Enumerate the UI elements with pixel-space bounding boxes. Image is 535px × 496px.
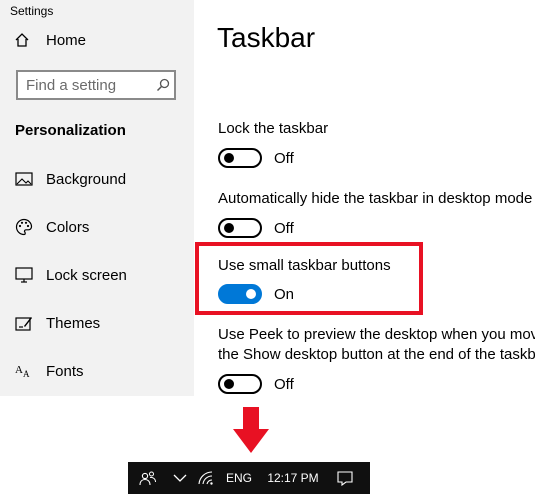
- chevron-up-icon[interactable]: [168, 462, 192, 494]
- sidebar-item-label: Colors: [46, 218, 90, 236]
- setting-label-small-buttons: Use small taskbar buttons: [218, 257, 391, 274]
- toggle-switch[interactable]: [218, 148, 262, 168]
- toggle-knob: [224, 153, 234, 163]
- toggle-switch[interactable]: [218, 374, 262, 394]
- search-box[interactable]: [16, 70, 176, 100]
- sidebar-item-background[interactable]: Background: [14, 167, 126, 191]
- setting-label-peek-line-2: the Show desktop button at the end of th…: [218, 346, 535, 363]
- down-arrow-icon: [233, 407, 269, 453]
- svg-text:A: A: [15, 364, 23, 376]
- app-title: Settings: [10, 4, 54, 18]
- palette-icon: [14, 217, 34, 237]
- toggle-lock-taskbar[interactable]: Off: [218, 148, 294, 168]
- home-icon: [14, 32, 36, 48]
- toggle-small-buttons[interactable]: On: [218, 284, 294, 304]
- toggle-state-label: Off: [274, 375, 294, 393]
- toggle-state-label: Off: [274, 149, 294, 167]
- search-icon[interactable]: [152, 78, 174, 92]
- svg-text:A: A: [23, 369, 30, 379]
- sidebar-item-label: Home: [46, 31, 87, 49]
- action-center-icon[interactable]: [328, 462, 362, 494]
- sidebar-item-label: Background: [46, 170, 127, 188]
- search-input[interactable]: [18, 76, 152, 94]
- taskbar-clock[interactable]: 12:17 PM: [258, 462, 328, 494]
- section-title: Personalization: [15, 122, 126, 139]
- sidebar: Settings Home Personalization Background…: [0, 0, 194, 396]
- sidebar-item-themes[interactable]: Themes: [14, 311, 100, 335]
- people-icon[interactable]: [128, 462, 168, 494]
- toggle-state-label: On: [274, 285, 295, 303]
- brush-icon: [14, 313, 34, 333]
- sidebar-item-fonts[interactable]: AA Fonts: [14, 359, 84, 383]
- toggle-knob: [224, 223, 234, 233]
- sidebar-item-lock-screen[interactable]: Lock screen: [14, 263, 127, 287]
- taskbar: ENG 12:17 PM: [128, 462, 370, 494]
- sidebar-item-label: Themes: [46, 314, 101, 332]
- toggle-switch[interactable]: [218, 284, 262, 304]
- setting-label-lock-taskbar: Lock the taskbar: [218, 120, 329, 137]
- toggle-switch[interactable]: [218, 218, 262, 238]
- toggle-auto-hide[interactable]: Off: [218, 218, 294, 238]
- sidebar-item-label: Lock screen: [46, 266, 127, 284]
- monitor-icon: [14, 265, 34, 285]
- image-icon: [14, 169, 34, 189]
- font-icon: AA: [14, 361, 34, 381]
- toggle-peek[interactable]: Off: [218, 374, 294, 394]
- toggle-knob: [246, 289, 256, 299]
- sidebar-item-colors[interactable]: Colors: [14, 215, 89, 239]
- toggle-knob: [224, 379, 234, 389]
- sidebar-item-label: Fonts: [46, 362, 84, 380]
- toggle-state-label: Off: [274, 219, 294, 237]
- highlight-box: [195, 242, 423, 315]
- wifi-icon[interactable]: [192, 462, 220, 494]
- sidebar-item-home[interactable]: Home: [14, 28, 86, 52]
- page-title: Taskbar: [217, 22, 316, 53]
- setting-label-auto-hide: Automatically hide the taskbar in deskto…: [218, 190, 533, 207]
- setting-label-peek-line-1: Use Peek to preview the desktop when you…: [218, 326, 535, 343]
- language-indicator[interactable]: ENG: [220, 462, 258, 494]
